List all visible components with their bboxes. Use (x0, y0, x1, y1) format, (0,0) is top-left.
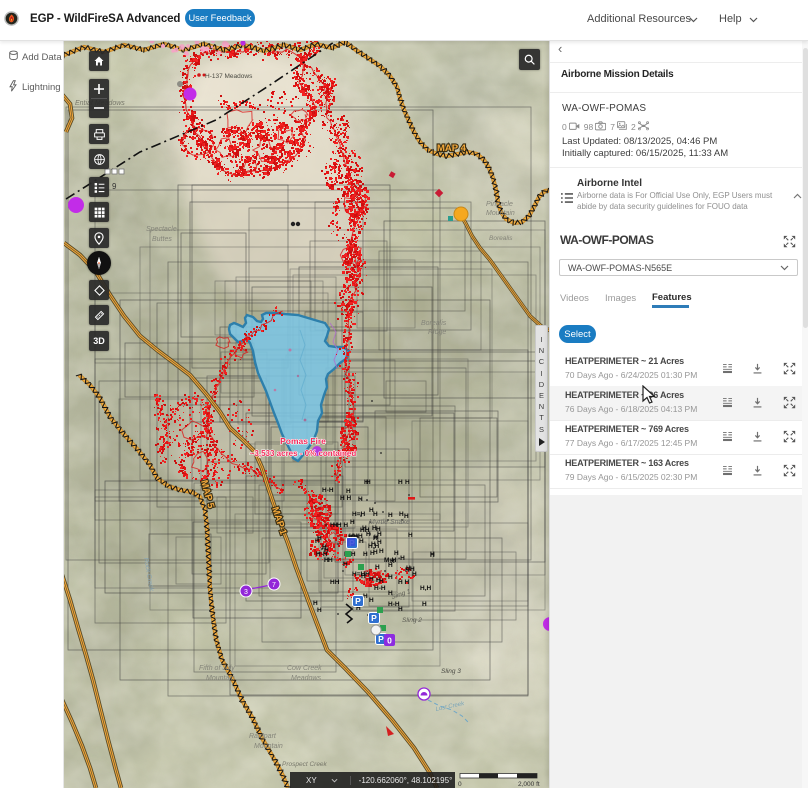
svg-text:H: H (317, 607, 322, 614)
svg-text:H: H (372, 525, 377, 532)
svg-text:H: H (317, 535, 322, 542)
svg-text:Borealis: Borealis (489, 235, 513, 242)
svg-text:H=HH: H=HH (352, 571, 370, 578)
svg-text:Fifth of July: Fifth of July (199, 665, 235, 672)
svg-text:H-H: H-H (388, 601, 400, 608)
svg-text:H H: H H (398, 579, 410, 586)
svg-text:Myrtle Snake: Myrtle Snake (369, 519, 410, 526)
svg-text:H: H (430, 551, 435, 558)
svg-text:Buttes: Buttes (152, 236, 172, 243)
svg-text:H: H (422, 601, 427, 608)
svg-text:HH: HH (360, 527, 370, 534)
svg-text:H: H (373, 511, 378, 518)
svg-text:Mountain: Mountain (206, 675, 235, 682)
svg-text:H-H: H-H (322, 487, 334, 494)
svg-text:MAP 4: MAP 4 (437, 143, 467, 154)
svg-text:-H: -H (398, 555, 405, 562)
svg-text:9: 9 (112, 182, 117, 191)
svg-text:Sling 3: Sling 3 (441, 668, 461, 675)
svg-text:H: H (350, 519, 355, 526)
svg-text:H=H: H=H (352, 511, 365, 518)
svg-text:~3,533 acres - 0% contained: ~3,533 acres - 0% contained (250, 449, 357, 458)
svg-text:H: H (379, 548, 384, 555)
svg-text:Sling 2: Sling 2 (402, 617, 422, 624)
svg-text:Cow Creek: Cow Creek (287, 665, 322, 672)
svg-text:H: H (324, 557, 329, 564)
svg-text:P: P (378, 634, 384, 644)
svg-text:Pomas Fire: Pomas Fire (280, 436, 326, 446)
svg-text:H: H (369, 597, 374, 604)
svg-text:0: 0 (458, 781, 462, 788)
svg-text:P: P (371, 613, 377, 623)
svg-text:H: H (375, 564, 380, 571)
svg-text:H: H (388, 574, 393, 581)
svg-text:Rampart: Rampart (249, 733, 277, 740)
svg-text:7: 7 (272, 582, 276, 589)
svg-text:M-H: M-H (384, 557, 397, 564)
svg-text:H: H (388, 512, 393, 519)
svg-text:H H: H H (368, 543, 380, 550)
svg-text:H: H (363, 551, 368, 558)
svg-text:H: H (379, 578, 384, 585)
svg-text:H H: H H (340, 495, 352, 502)
svg-text:H: H (369, 507, 374, 514)
svg-text:H: H (313, 600, 318, 607)
svg-text:H: H (408, 532, 413, 539)
svg-text:H: H (376, 526, 381, 533)
svg-text:H: H (358, 533, 363, 540)
svg-text:Meadows: Meadows (291, 675, 321, 682)
svg-text:Spectacle: Spectacle (146, 226, 177, 233)
svg-text:H: H (398, 479, 403, 486)
svg-text:2,000 ft: 2,000 ft (518, 781, 540, 788)
svg-text:0: 0 (387, 636, 392, 646)
svg-text:Mountain: Mountain (254, 743, 283, 750)
svg-text:H: H (405, 479, 410, 486)
svg-text:Borealis: Borealis (421, 320, 447, 327)
svg-text:H-H: H-H (374, 585, 386, 592)
svg-text:H-H H: H-H H (330, 522, 348, 529)
svg-text:H: H (373, 549, 378, 556)
svg-text:3: 3 (244, 589, 248, 596)
svg-text:P: P (355, 596, 361, 606)
svg-text:Pinnacle: Pinnacle (486, 201, 513, 208)
svg-text:H-H: H-H (316, 551, 328, 558)
svg-text:Mountain: Mountain (486, 210, 515, 217)
svg-text:H: H (322, 544, 327, 551)
svg-text:H: H (412, 571, 417, 578)
svg-text:H,H: H,H (420, 585, 432, 592)
svg-text:H: H (328, 557, 333, 564)
svg-text:H: H (366, 479, 371, 486)
svg-text:H: H (346, 488, 351, 495)
svg-text:H-137 Meadows: H-137 Meadows (205, 73, 253, 80)
svg-text:Ridge: Ridge (428, 329, 446, 336)
svg-text:Prospect Creek: Prospect Creek (282, 761, 328, 768)
svg-text:H: H (343, 561, 348, 568)
svg-text:H: H (406, 565, 411, 572)
svg-text:HH: HH (330, 579, 340, 586)
